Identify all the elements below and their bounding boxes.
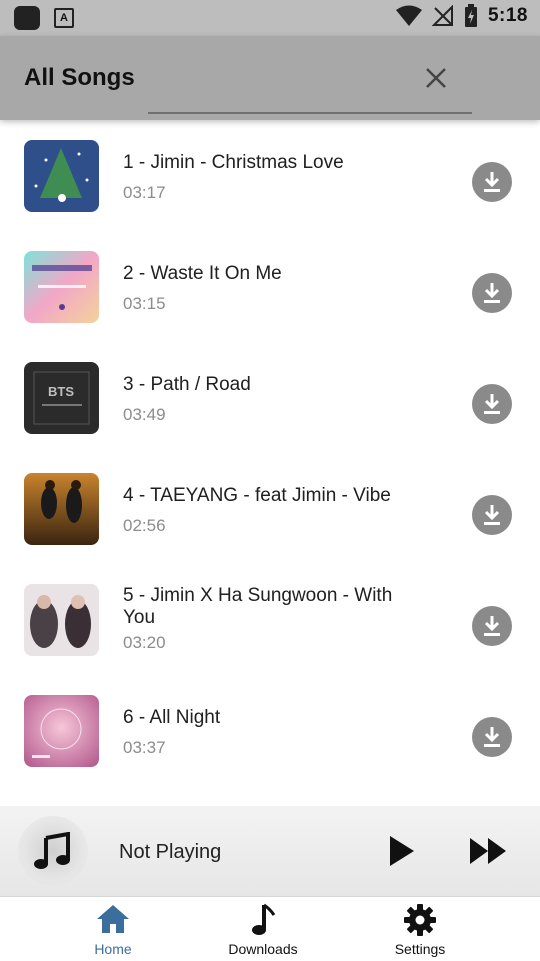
download-button[interactable] [472,495,512,535]
download-button[interactable] [472,273,512,313]
song-duration: 03:17 [123,183,166,202]
music-note-icon [252,903,276,935]
song-duration: 02:56 [123,516,166,535]
download-button[interactable] [472,162,512,202]
song-row[interactable]: 2 - Waste It On Me 03:15 [0,231,540,342]
play-icon [390,836,414,866]
song-title: 2 - Waste It On Me [123,263,282,284]
nav-downloads-label: Downloads [228,941,298,957]
svg-text:BTS: BTS [48,384,74,399]
album-art-christmas-love [24,140,99,212]
song-title: 1 - Jimin - Christmas Love [123,152,344,173]
search-input[interactable] [148,112,472,114]
song-duration: 03:37 [123,738,166,757]
wifi-icon [395,5,422,26]
page-title: All Songs [24,64,135,91]
album-art-waste-it-on-me [24,251,99,323]
download-icon [484,283,500,303]
nav-home-label: Home [94,941,132,957]
play-button[interactable] [384,834,418,868]
download-button[interactable] [472,717,512,757]
album-art-with-you [24,584,99,656]
song-row[interactable]: BTS 3 - Path / Road 03:49 [0,342,540,453]
now-playing-text: Not Playing [119,841,222,863]
song-duration: 03:15 [123,294,166,313]
now-playing-bar[interactable]: Not Playing [0,806,540,896]
song-duration: 03:20 [123,633,166,652]
download-icon [484,172,500,192]
nav-settings-label: Settings [394,941,446,957]
album-art-vibe [24,473,99,545]
download-icon [484,394,500,414]
song-duration: 03:49 [123,405,166,424]
song-title: 5 - Jimin X Ha Sungwoon - With You [123,585,393,628]
song-row[interactable]: 4 - TAEYANG - feat Jimin - Vibe 02:56 [0,453,540,564]
close-button[interactable] [418,60,454,96]
app-notification-icon [14,6,40,30]
next-button[interactable] [468,834,510,868]
music-note-icon [34,832,70,869]
home-icon [97,905,129,933]
song-title: 3 - Path / Road [123,374,251,395]
no-signal-icon [431,5,453,26]
song-title: 6 - All Night [123,707,221,728]
song-row[interactable]: 5 - Jimin X Ha Sungwoon - With You 03:20 [0,564,540,675]
song-row[interactable]: 6 - All Night 03:37 [0,675,540,786]
download-button[interactable] [472,384,512,424]
status-bar: A 5:18 [0,0,540,36]
status-time: 5:18 [487,5,528,26]
battery-charging-icon [464,4,477,27]
download-icon [484,505,500,525]
download-icon [484,616,500,636]
bottom-nav: Home Downloads Settings [0,896,540,961]
song-title: 4 - TAEYANG - feat Jimin - Vibe [123,485,391,506]
fast-forward-icon [470,838,506,864]
keyboard-notification-icon: A [54,8,74,28]
close-icon [426,68,446,88]
album-art-path-road: BTS [24,362,99,434]
download-button[interactable] [472,606,512,646]
album-art-all-night [24,695,99,767]
nav-home[interactable]: Home [38,897,188,961]
download-icon [484,727,500,747]
gear-icon [404,904,436,936]
nav-downloads[interactable]: Downloads [188,897,338,961]
song-row[interactable]: 1 - Jimin - Christmas Love 03:17 [0,120,540,231]
app-bar: All Songs [0,36,540,120]
nav-settings[interactable]: Settings [345,897,495,961]
song-list: 1 - Jimin - Christmas Love 03:17 2 - Was… [0,120,540,806]
